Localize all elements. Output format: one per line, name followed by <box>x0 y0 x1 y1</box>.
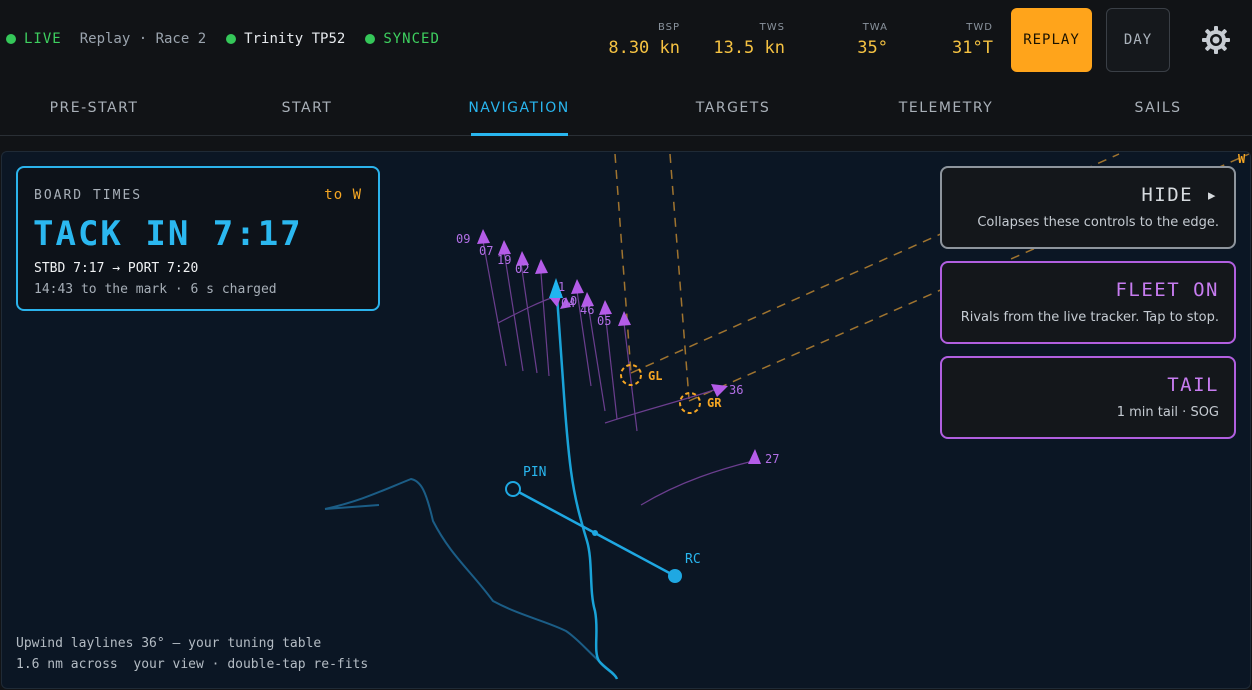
own-track-history <box>324 477 614 674</box>
hide-description: Collapses these controls to the edge. <box>977 215 1219 230</box>
fleet-toggle-button[interactable]: FLEET ON Rivals from the live tracker. T… <box>940 261 1236 344</box>
pin-end-icon[interactable] <box>505 481 521 497</box>
rival-tail <box>540 272 550 377</box>
tail-toggle-button[interactable]: TAIL 1 min tail · SOG <box>940 356 1236 439</box>
metric-label: BSP <box>657 22 680 33</box>
live-dot-icon <box>6 34 16 44</box>
rival-label: 05 <box>597 314 611 328</box>
rival-boat-icon[interactable] <box>535 259 548 274</box>
tab-bar: PRE-START START NAVIGATION TARGETS TELEM… <box>0 80 1252 136</box>
session-label: Replay · Race 2 <box>79 31 207 47</box>
mark-label: GR <box>707 396 722 410</box>
metric-label: TWD <box>966 22 993 33</box>
tail-description: 1 min tail · SOG <box>1116 405 1219 420</box>
mark-gr-icon[interactable] <box>679 392 701 414</box>
own-track <box>555 295 619 680</box>
board-times-title: BOARD TIMES <box>34 188 143 203</box>
boat-name: Trinity TP52 <box>244 31 346 47</box>
metric-value: 35° <box>857 38 888 58</box>
metric-label: TWS <box>759 22 785 33</box>
live-label: LIVE <box>24 31 62 47</box>
metric-value: 8.30 kn <box>608 38 680 58</box>
metric-twa: TWA 35° <box>857 22 888 58</box>
fleet-label: FLEET ON <box>1115 279 1219 301</box>
status-strip: LIVE Replay · Race 2 Trinity TP52 SYNCED <box>6 31 440 47</box>
sync-dot-icon <box>365 34 376 44</box>
mark-label: GL <box>648 369 662 383</box>
metric-tws: TWS 13.5 kn <box>713 22 785 58</box>
tab-navigation[interactable]: NAVIGATION <box>413 80 625 136</box>
rival-label: 27 <box>765 452 779 466</box>
tab-pre-start[interactable]: PRE-START <box>0 80 200 136</box>
boat-dot-icon <box>226 34 237 44</box>
top-bar: LIVE Replay · Race 2 Trinity TP52 SYNCED… <box>0 0 1252 80</box>
mark-label: W <box>1238 152 1246 166</box>
fleet-description: Rivals from the live tracker. Tap to sto… <box>960 310 1219 325</box>
rival-boat-icon[interactable] <box>571 279 584 294</box>
tack-countdown: TACK IN 7:17 <box>33 214 303 254</box>
metric-value: 13.5 kn <box>713 38 785 58</box>
day-mode-button[interactable]: DAY <box>1106 8 1170 72</box>
metric-label: TWA <box>862 22 888 33</box>
pin-label: PIN <box>523 465 546 480</box>
line-midpoint <box>592 530 598 536</box>
rival-label: 1 <box>558 280 565 294</box>
rival-tail <box>520 262 538 374</box>
rc-label: RC <box>685 552 701 567</box>
time-to-mark: 14:43 to the mark · 6 s charged <box>34 282 277 297</box>
tab-start[interactable]: START <box>201 80 413 136</box>
tail-label: TAIL <box>1167 374 1219 396</box>
replay-button[interactable]: REPLAY <box>1011 8 1092 72</box>
rival-boat-icon[interactable] <box>748 449 761 464</box>
rival-labels: 09 07 19 02 1 04 0 46 05 36 27 <box>456 232 779 466</box>
tab-sails[interactable]: SAILS <box>1052 80 1252 136</box>
sync-label: SYNCED <box>383 31 440 47</box>
board-times-card: BOARD TIMES to W TACK IN 7:17 STBD 7:17 … <box>16 166 380 311</box>
rival-label: 19 <box>497 253 511 267</box>
metric-value: 31°T <box>952 38 993 58</box>
layline <box>614 153 632 374</box>
rival-boat-icon[interactable] <box>618 311 631 326</box>
metric-bsp: BSP 8.30 kn <box>608 22 680 58</box>
rival-label: 0 <box>570 294 577 308</box>
board-split: STBD 7:17 → PORT 7:20 <box>34 261 199 276</box>
rival-tail <box>640 460 754 506</box>
rival-label: 36 <box>729 383 743 397</box>
layline <box>669 153 690 400</box>
rival-label: 07 <box>479 244 493 258</box>
view-scale-note: 1.6 nm across your view · double-tap re-… <box>16 657 369 672</box>
start-line-labels: PIN RC <box>523 465 701 567</box>
rival-label: 02 <box>515 262 529 276</box>
tab-telemetry[interactable]: TELEMETRY <box>840 80 1052 136</box>
layline-note: Upwind laylines 36° — your tuning table <box>16 636 322 651</box>
rival-label: 46 <box>580 303 594 317</box>
gear-icon[interactable] <box>1200 24 1232 56</box>
rival-boat-icon[interactable] <box>477 229 490 244</box>
hide-controls-button[interactable]: HIDE ▸ Collapses these controls to the e… <box>940 166 1236 249</box>
committee-boat-icon[interactable] <box>668 569 682 583</box>
metric-twd: TWD 31°T <box>952 22 993 58</box>
hide-label: HIDE ▸ <box>1141 184 1219 206</box>
rival-boat-icon[interactable] <box>599 300 612 315</box>
board-times-destination: to W <box>324 187 362 203</box>
tab-targets[interactable]: TARGETS <box>627 80 839 136</box>
rival-label: 09 <box>456 232 470 246</box>
